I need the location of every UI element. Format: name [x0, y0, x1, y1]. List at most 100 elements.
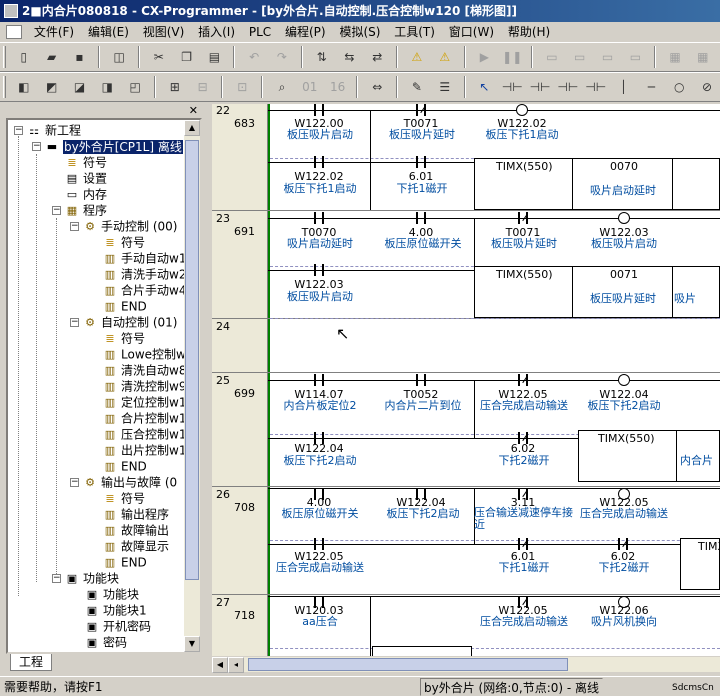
tree-item[interactable]: ▥ 定位控制w1	[102, 394, 187, 410]
menu-view[interactable]: 视图(V)	[138, 22, 190, 42]
copy-icon[interactable]: ❐	[176, 46, 198, 68]
close-icon[interactable]: ✕	[189, 104, 198, 118]
next-element[interactable]	[372, 646, 472, 656]
contact-no[interactable]	[314, 212, 324, 224]
io-expand-icon[interactable]: −	[70, 478, 79, 487]
tree-root[interactable]: ⚏ 新工程	[26, 122, 81, 138]
contact-nc-icon[interactable]: ⊣⊢	[529, 76, 551, 98]
menu-plc[interactable]: PLC	[244, 22, 276, 42]
warning-icon[interactable]: ⚠	[406, 46, 428, 68]
tree-item[interactable]: ▥ 清洗控制w9	[102, 378, 187, 394]
scroll-thumb[interactable]	[248, 658, 568, 671]
open-folder-icon[interactable]: ▰	[41, 46, 63, 68]
contact-nc[interactable]	[518, 374, 528, 386]
tree-item[interactable]: ▥ 清洗自动w8	[102, 362, 187, 378]
splitter[interactable]	[204, 104, 212, 672]
coil-nc-icon[interactable]: ⊘	[696, 76, 718, 98]
paste-icon[interactable]: ▤	[203, 46, 225, 68]
redo-icon[interactable]: ↷	[271, 46, 293, 68]
tree-item[interactable]: ▥ 故障输出	[102, 522, 169, 538]
contact-no-icon[interactable]: ⊣⊢	[501, 76, 523, 98]
project-window-icon[interactable]: ◧	[13, 76, 35, 98]
print-preview-icon[interactable]: ◫	[108, 46, 130, 68]
properties-icon[interactable]: ◰	[124, 76, 146, 98]
monitor-mode-icon[interactable]: ▭	[569, 46, 591, 68]
auto-expand-icon[interactable]: −	[70, 318, 79, 327]
undo-icon[interactable]: ↶	[243, 46, 265, 68]
contact-no[interactable]	[314, 104, 324, 116]
tree-io-fault[interactable]: ⚙ 输出与故障 (0	[82, 474, 177, 490]
address-ref-icon[interactable]: ◨	[96, 76, 118, 98]
binary-view-icon[interactable]: 01	[299, 76, 321, 98]
output-coil[interactable]	[618, 374, 630, 386]
contact-no[interactable]	[416, 374, 426, 386]
tree-auto-control[interactable]: ⚙ 自动控制 (01)	[82, 314, 177, 330]
tab-project[interactable]: 工程	[10, 654, 52, 671]
tree-settings[interactable]: ▤ 设置	[64, 170, 107, 186]
tree-program[interactable]: ▦ 程序	[64, 202, 107, 218]
horizontal-line-icon[interactable]: ─	[640, 76, 662, 98]
tree-item[interactable]: ▥ 压合控制w1	[102, 426, 187, 442]
pause-icon[interactable]: ❚❚	[501, 46, 523, 68]
root-expand-icon[interactable]: −	[14, 126, 23, 135]
tree-item[interactable]: ▥ 出片控制w1	[102, 442, 187, 458]
tree-item[interactable]: ▥ END	[102, 298, 147, 314]
toolbar-grip[interactable]	[3, 46, 6, 68]
menu-edit[interactable]: 编辑(E)	[83, 22, 134, 42]
contact-nc[interactable]	[416, 104, 426, 116]
scroll-left-icon[interactable]: ◀	[212, 657, 228, 673]
io-table-icon[interactable]: ▦	[664, 46, 686, 68]
scroll-down-icon[interactable]: ▼	[184, 636, 200, 652]
manual-expand-icon[interactable]: −	[70, 222, 79, 231]
tree-scrollbar[interactable]: ▲ ▼	[184, 120, 200, 652]
tree-item[interactable]: ▥ END	[102, 458, 147, 474]
auto-online-icon[interactable]: ⇆	[338, 46, 360, 68]
diff-icon[interactable]: ⇔	[366, 76, 388, 98]
watch-window-icon[interactable]: ◪	[68, 76, 90, 98]
tree-item[interactable]: ▥ Lowe控制w7	[102, 346, 194, 362]
menu-insert[interactable]: 插入(I)	[193, 22, 240, 42]
contact-no[interactable]	[314, 374, 324, 386]
tree-item[interactable]: ▣ 功能块	[84, 586, 139, 602]
contact-no[interactable]	[314, 264, 324, 276]
tree-item[interactable]: ▥ 清洗手动w2	[102, 266, 187, 282]
memory-card-icon[interactable]: ▦	[692, 46, 714, 68]
contact-no[interactable]	[314, 156, 324, 168]
program-expand-icon[interactable]: −	[52, 206, 61, 215]
tree-item[interactable]: ▥ 合片控制w1	[102, 410, 187, 426]
plc-expand-icon[interactable]: −	[32, 142, 41, 151]
cross-ref-2-icon[interactable]: ⊟	[192, 76, 214, 98]
contact-no[interactable]	[314, 538, 324, 550]
select-icon[interactable]: ↖	[473, 76, 495, 98]
new-file-icon[interactable]: ▯	[13, 46, 35, 68]
vertical-line-icon[interactable]: │	[613, 76, 635, 98]
view-mode-icon[interactable]: ⊡	[231, 76, 253, 98]
tree-item[interactable]: ≣ 符号	[102, 490, 145, 506]
tree-item[interactable]: ▣ 开机密码	[84, 618, 151, 634]
menu-window[interactable]: 窗口(W)	[444, 22, 499, 42]
output-window-icon[interactable]: ◩	[41, 76, 63, 98]
run-icon[interactable]: ▶	[473, 46, 495, 68]
cross-ref-icon[interactable]: ⊞	[164, 76, 186, 98]
scroll-thumb[interactable]	[185, 140, 199, 580]
tree-item[interactable]: ▥ 输出程序	[102, 506, 169, 522]
document-icon[interactable]	[6, 25, 22, 39]
tree-function-blocks[interactable]: ▣ 功能块	[64, 570, 119, 586]
rung-comment-icon[interactable]: ☰	[434, 76, 456, 98]
tree-manual-control[interactable]: ⚙ 手动控制 (00)	[82, 218, 177, 234]
contact-no[interactable]	[416, 156, 426, 168]
cut-icon[interactable]: ✂	[148, 46, 170, 68]
contact-nc[interactable]	[518, 212, 528, 224]
menu-file[interactable]: 文件(F)	[29, 22, 79, 42]
contact-nc[interactable]	[518, 538, 528, 550]
online-icon[interactable]: ⇅	[311, 46, 333, 68]
tree-item[interactable]: ▥ END	[102, 554, 147, 570]
ladder-horizontal-scrollbar[interactable]: ◀ ◂	[212, 656, 720, 673]
toolbar-grip-2[interactable]	[3, 76, 6, 98]
scroll-left-page-icon[interactable]: ◂	[228, 657, 244, 673]
tree-item[interactable]: ≣ 符号	[102, 234, 145, 250]
transfer-icon[interactable]: ⇄	[366, 46, 388, 68]
tree-item[interactable]: ≣ 符号	[102, 330, 145, 346]
contact-nc[interactable]	[618, 538, 628, 550]
contact-no[interactable]	[416, 212, 426, 224]
